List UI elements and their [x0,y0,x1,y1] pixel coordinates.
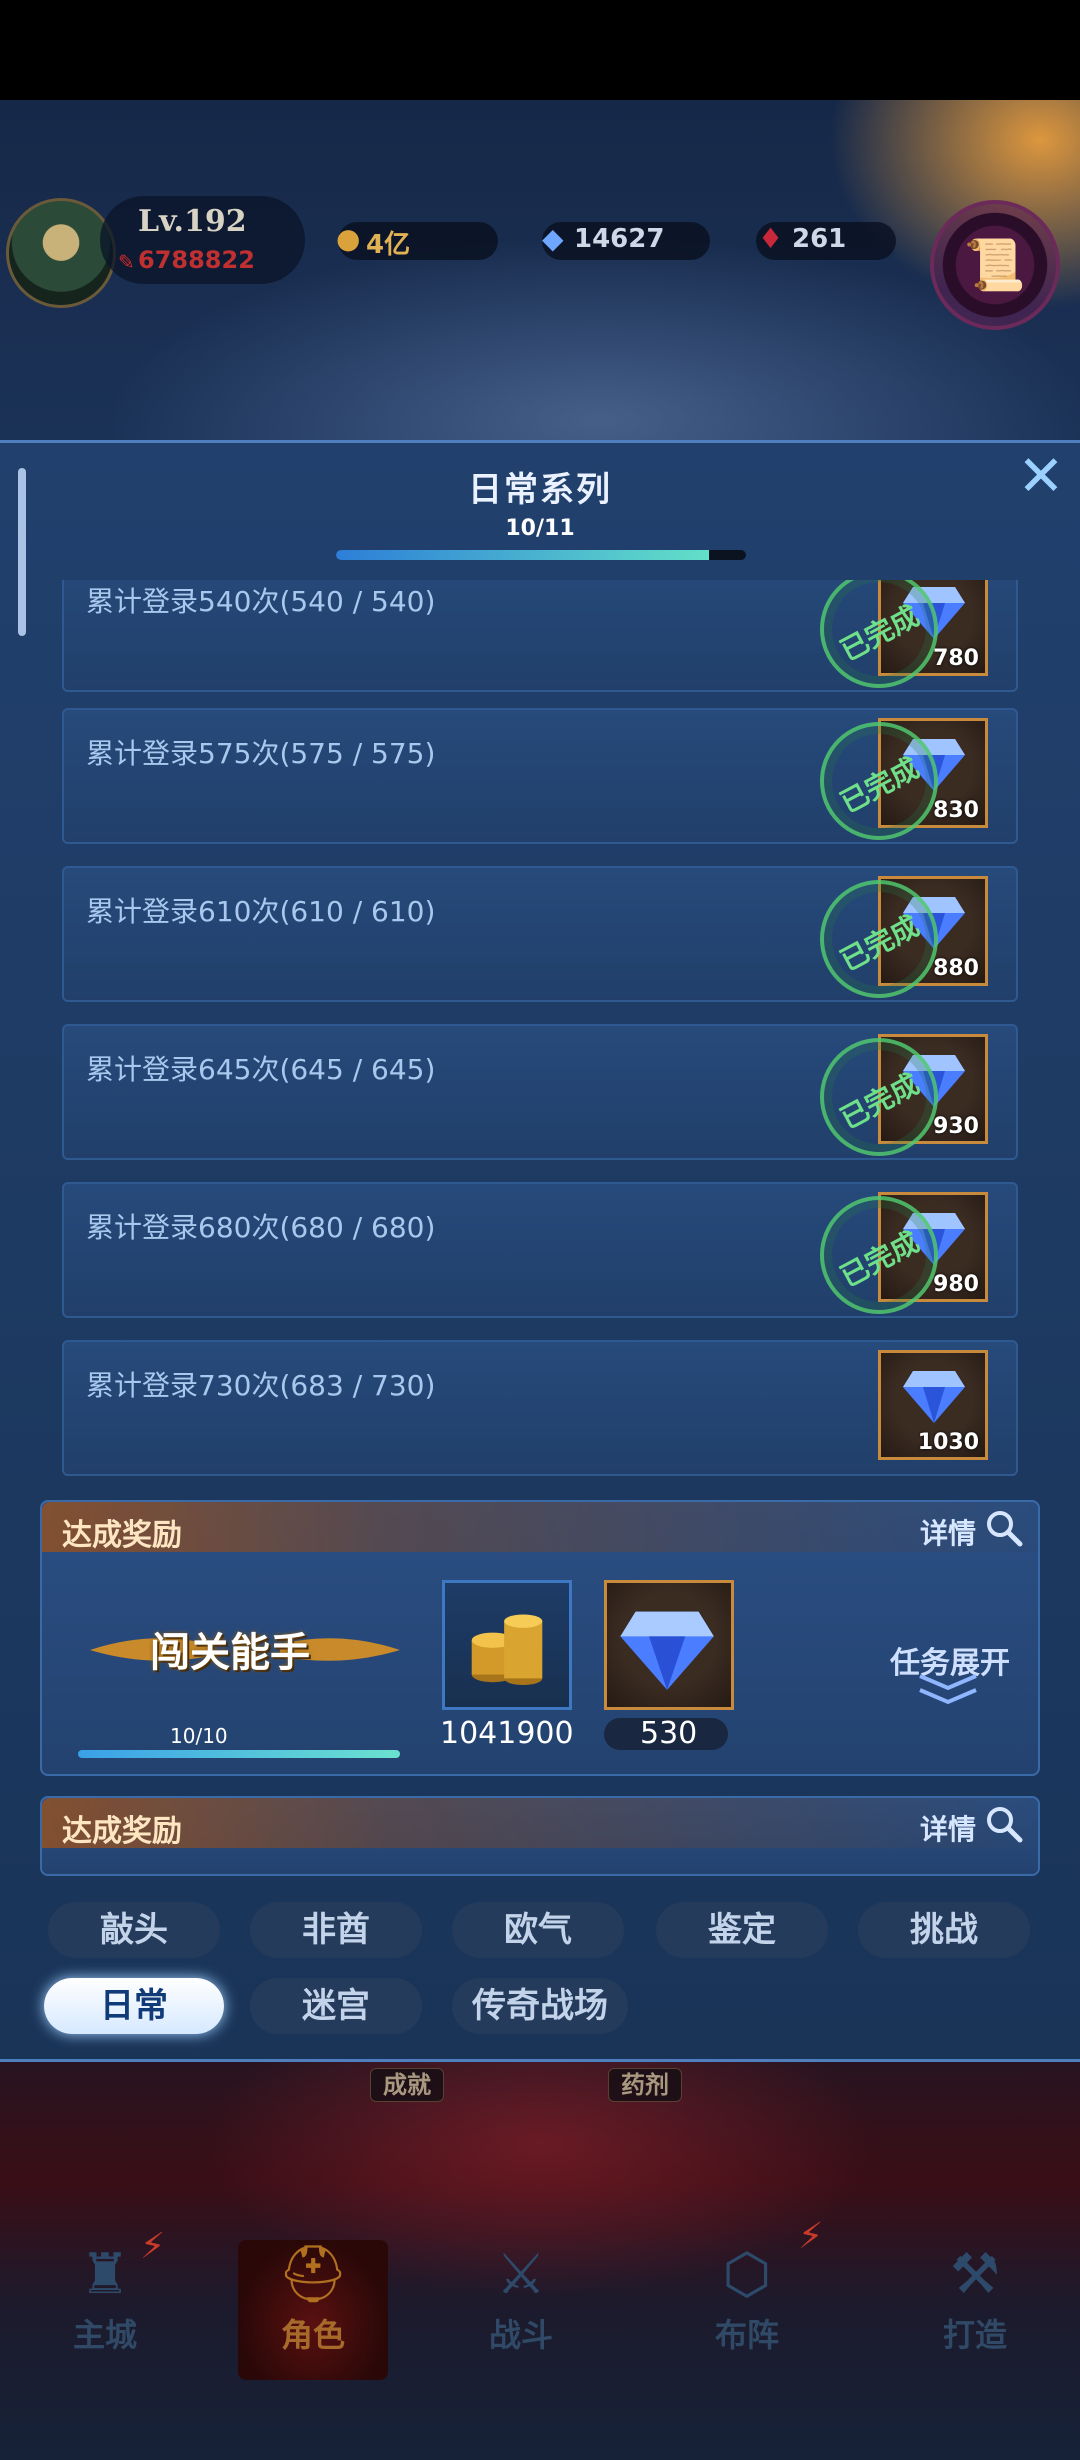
task-card: 累计登录610次(610 / 610) 880 已完成 [62,866,1018,1002]
task-text: 累计登录645次(645 / 645) [86,1053,436,1086]
series-progress-bar [336,550,746,560]
series-progress-label: 10/11 [505,516,575,541]
nav-label: 打造 [942,2316,1007,2354]
stamp-text: 已完成 [834,599,925,668]
gold-coins-icon [471,1614,543,1686]
nav-label: 布阵 [714,2316,779,2354]
scroll-button[interactable]: 📜 [930,200,1060,330]
task-card: 累计登录540次(540 / 540) 780 已完成 [62,580,1018,692]
task-card: 累计登录575次(575 / 575) 830 已完成 [62,708,1018,844]
gold-resource-pill[interactable] [338,222,498,260]
completed-stamp: 已完成 [820,1196,938,1314]
gold-reward-value: 1041900 [440,1716,574,1751]
potion-shortcut[interactable]: 药剂 [608,2068,682,2102]
diamond-icon [903,1371,965,1423]
scroll-icon: 📜 [963,236,1027,294]
search-icon[interactable] [984,1804,1024,1844]
task-text: 累计登录575次(575 / 575) [86,737,436,770]
reward-count: 880 [933,956,979,981]
series-progress-fill [336,550,709,560]
task-card: 累计登录645次(645 / 645) 930 已完成 [62,1024,1018,1160]
task-text: 累计登录730次(683 / 730) [86,1369,436,1402]
reward-count: 780 [933,646,979,671]
stamp-text: 已完成 [834,751,925,820]
achievement-header [42,1798,1038,1848]
nav-label: 战斗 [488,2316,553,2354]
search-icon[interactable] [984,1508,1024,1548]
achievement-progress-label: 10/10 [170,1724,228,1748]
power-icon: ✎ [118,250,135,274]
gold-coin-icon: ● [336,222,361,255]
reward-count: 980 [933,1272,979,1297]
reward-count: 830 [933,798,979,823]
achievement-panel: 达成奖励 详情 [40,1796,1040,1876]
stamp-text: 已完成 [834,909,925,978]
status-bar-area [0,0,1080,100]
reward-count: 930 [933,1114,979,1139]
reward-count: 1030 [917,1430,979,1455]
chevron-down-icon[interactable] [916,1672,980,1706]
achievement-progress-fill [78,1750,400,1758]
castle-icon: ♜ [79,2242,131,2307]
diamond-icon: ◆ [542,222,564,255]
stamp-text: 已完成 [834,1225,925,1294]
nav-main-city[interactable]: ♜ 主城 [30,2240,180,2380]
completed-stamp: 已完成 [820,1038,938,1156]
achievement-detail-button[interactable]: 详情 [920,1512,976,1552]
task-list[interactable]: 累计登录540次(540 / 540) 780 已完成 累计登录575次(575… [0,580,1080,1480]
tab-qiaotou[interactable]: 敲头 [48,1902,220,1958]
nav-label: 主城 [72,2316,137,2354]
gold-reward-slot[interactable] [442,1580,572,1710]
tab-richang[interactable]: 日常 [44,1978,224,2034]
ruby-value: 261 [792,224,847,254]
stamp-text: 已完成 [834,1067,925,1136]
completed-stamp: 已完成 [820,722,938,840]
task-text: 累计登录610次(610 / 610) [86,895,436,928]
achievement-detail-button[interactable]: 详情 [920,1808,976,1848]
tab-feiqiu[interactable]: 非酋 [250,1902,422,1958]
diamond-reward-slot[interactable] [604,1580,734,1710]
crossed-swords-icon: ⚔ [495,2242,547,2307]
nav-character[interactable]: ⛑ 角色 [238,2240,388,2380]
tab-chuanqi-zhanchang[interactable]: 传奇战场 [452,1978,628,2034]
ruby-icon: ♦ [758,222,784,255]
tab-jianding[interactable]: 鉴定 [656,1902,828,1958]
gold-value: 4亿 [366,230,411,260]
diamond-value: 14627 [574,224,665,254]
reward-slot[interactable]: 1030 [878,1350,988,1460]
tab-migong[interactable]: 迷宫 [250,1978,422,2034]
nav-formation[interactable]: ⬡ 布阵 [672,2240,822,2380]
helmet-icon: ⛑ [277,2242,349,2307]
tab-tiaozhan[interactable]: 挑战 [858,1902,1030,1958]
task-card: 累计登录680次(680 / 680) 980 已完成 [62,1182,1018,1318]
nav-battle[interactable]: ⚔ 战斗 [446,2240,596,2380]
achievement-shortcut[interactable]: 成就 [370,2068,444,2102]
close-icon[interactable]: ✕ [1012,448,1070,506]
anvil-icon: ⚒ [949,2242,1001,2307]
nav-forge[interactable]: ⚒ 打造 [900,2240,1050,2380]
diamond-reward-value: 530 [640,1716,698,1751]
completed-stamp: 已完成 [820,880,938,998]
achievement-title: 达成奖励 [62,1518,182,1553]
badge-title: 闯关能手 [150,1629,310,1676]
achievement-progress-bar [78,1750,400,1758]
dialog-title: 日常系列 [468,470,612,510]
task-text: 累计登录540次(540 / 540) [86,585,436,618]
formation-icon: ⬡ [722,2242,772,2307]
nav-label: 角色 [280,2316,345,2354]
player-avatar[interactable] [6,198,116,308]
task-text: 累计登录680次(680 / 680) [86,1211,436,1244]
diamond-icon [620,1611,714,1690]
player-level: Lv.192 [138,204,247,239]
tab-ouqi[interactable]: 欧气 [452,1902,624,1958]
player-power: 6788822 [138,246,255,274]
task-card: 累计登录730次(683 / 730) 1030 [62,1340,1018,1476]
achievement-header [42,1502,1038,1552]
achievement-title: 达成奖励 [62,1814,182,1849]
